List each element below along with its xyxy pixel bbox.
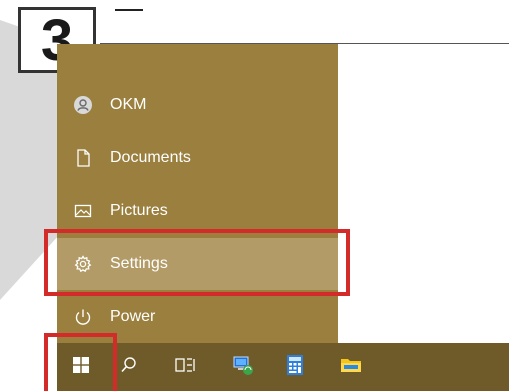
search-button[interactable]: [105, 343, 153, 391]
menu-item-settings[interactable]: Settings: [57, 238, 338, 290]
gear-icon: [73, 254, 93, 274]
power-icon: [73, 307, 93, 327]
calculator-button[interactable]: [271, 343, 319, 391]
start-button[interactable]: [57, 343, 105, 391]
menu-item-power[interactable]: Power: [57, 291, 338, 343]
document-icon: [73, 148, 93, 168]
search-icon: [120, 356, 138, 378]
menu-item-user[interactable]: OKM: [57, 79, 338, 131]
menu-item-label: Settings: [110, 255, 168, 272]
network-app-button[interactable]: [219, 343, 267, 391]
task-view-icon: [175, 356, 195, 378]
menu-item-label: Documents: [110, 149, 191, 166]
menu-item-label: Power: [110, 308, 156, 325]
picture-icon: [73, 201, 93, 221]
menu-item-documents[interactable]: Documents: [57, 132, 338, 184]
menu-item-label: Pictures: [110, 202, 168, 219]
file-explorer-button[interactable]: [327, 343, 375, 391]
menu-item-label: OKM: [110, 96, 147, 113]
network-app-icon: [232, 354, 254, 380]
menu-item-pictures[interactable]: Pictures: [57, 185, 338, 237]
screenshot-stage: 3 OKM Documents Pictures Settings Power: [0, 0, 509, 391]
top-decoration-line: [115, 9, 143, 11]
folder-icon: [340, 356, 362, 378]
windows-logo-icon: [73, 357, 89, 377]
start-menu: OKM Documents Pictures Settings Power: [57, 44, 338, 343]
calculator-icon: [286, 354, 304, 380]
task-view-button[interactable]: [161, 343, 209, 391]
user-avatar-icon: [73, 95, 93, 115]
taskbar: [57, 343, 509, 391]
